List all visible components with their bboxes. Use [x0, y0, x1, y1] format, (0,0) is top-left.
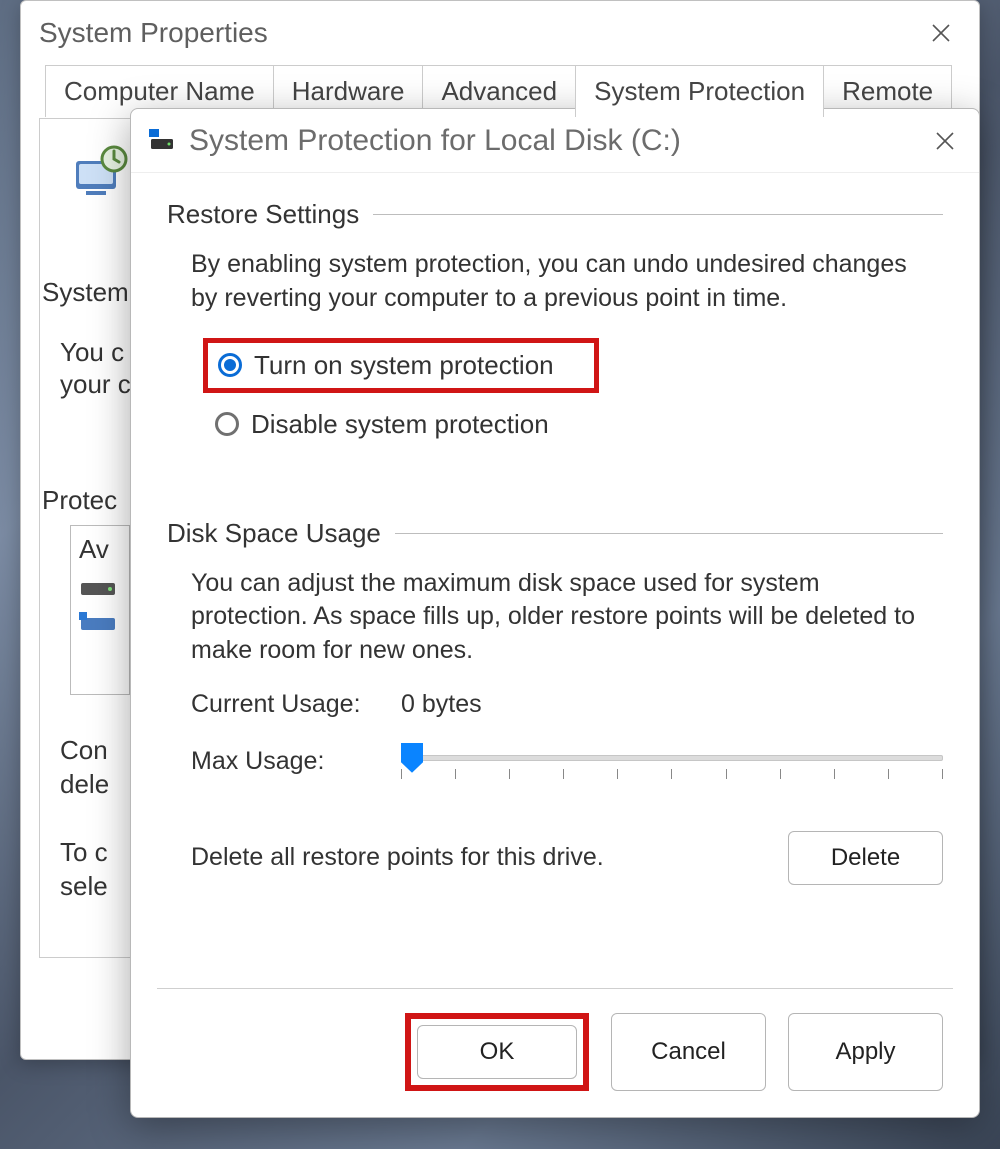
apply-button[interactable]: Apply	[788, 1013, 943, 1091]
restore-radio-group: Turn on system protection Disable system…	[203, 338, 943, 448]
dialog-close-button[interactable]	[919, 121, 971, 161]
close-icon	[935, 131, 955, 151]
max-usage-row: Max Usage:	[191, 745, 943, 791]
parent-titlebar: System Properties	[21, 1, 979, 65]
disk-space-header: Disk Space Usage	[167, 518, 943, 549]
slider-ticks	[401, 769, 943, 779]
drive-icon	[149, 129, 177, 153]
parent-window-title: System Properties	[39, 17, 268, 49]
drive-icon	[79, 612, 119, 634]
radio-turn-on-protection[interactable]: Turn on system protection	[203, 338, 599, 393]
dialog-title: System Protection for Local Disk (C:)	[189, 124, 919, 158]
parent-close-button[interactable]	[921, 13, 961, 53]
tab-system-protection[interactable]: System Protection	[575, 65, 824, 117]
current-usage-row: Current Usage: 0 bytes	[191, 690, 943, 719]
frag-system: System	[42, 277, 129, 308]
restore-settings-header: Restore Settings	[167, 199, 943, 230]
cancel-button[interactable]: Cancel	[611, 1013, 766, 1091]
divider	[373, 214, 943, 215]
restore-settings-description: By enabling system protection, you can u…	[191, 248, 929, 316]
drives-list-fragment: Av	[70, 525, 130, 695]
frag-you-c: You c	[60, 337, 124, 368]
ok-button[interactable]: OK	[417, 1025, 577, 1079]
frag-sele: sele	[60, 871, 108, 902]
radio-turn-on-label: Turn on system protection	[254, 350, 554, 381]
radio-disable-label: Disable system protection	[251, 409, 549, 440]
frag-con: Con	[60, 735, 108, 766]
delete-restore-points-row: Delete all restore points for this drive…	[191, 831, 943, 885]
system-protection-dialog: System Protection for Local Disk (C:) Re…	[130, 108, 980, 1118]
frag-your-c: your c	[60, 369, 131, 400]
delete-button[interactable]: Delete	[788, 831, 943, 885]
restore-settings-label: Restore Settings	[167, 199, 359, 230]
ok-highlight-box: OK	[405, 1013, 589, 1091]
close-icon	[931, 23, 951, 43]
drive-icon	[79, 577, 119, 599]
frag-av: Av	[79, 534, 121, 565]
slider-track	[401, 755, 943, 761]
delete-restore-points-text: Delete all restore points for this drive…	[191, 843, 604, 872]
max-usage-slider[interactable]	[401, 745, 943, 791]
max-usage-label: Max Usage:	[191, 745, 401, 776]
dialog-footer: OK Cancel Apply	[157, 988, 953, 1117]
divider	[395, 533, 943, 534]
system-restore-icon	[70, 143, 134, 207]
radio-indicator-icon	[215, 412, 239, 436]
current-usage-label: Current Usage:	[191, 690, 401, 719]
frag-to-c: To c	[60, 837, 108, 868]
disk-space-label: Disk Space Usage	[167, 518, 381, 549]
disk-space-description: You can adjust the maximum disk space us…	[191, 567, 929, 668]
radio-indicator-icon	[218, 353, 242, 377]
frag-protec: Protec	[42, 485, 117, 516]
dialog-titlebar: System Protection for Local Disk (C:)	[131, 109, 979, 173]
current-usage-value: 0 bytes	[401, 690, 482, 719]
frag-dele: dele	[60, 769, 109, 800]
radio-disable-protection[interactable]: Disable system protection	[203, 401, 943, 448]
